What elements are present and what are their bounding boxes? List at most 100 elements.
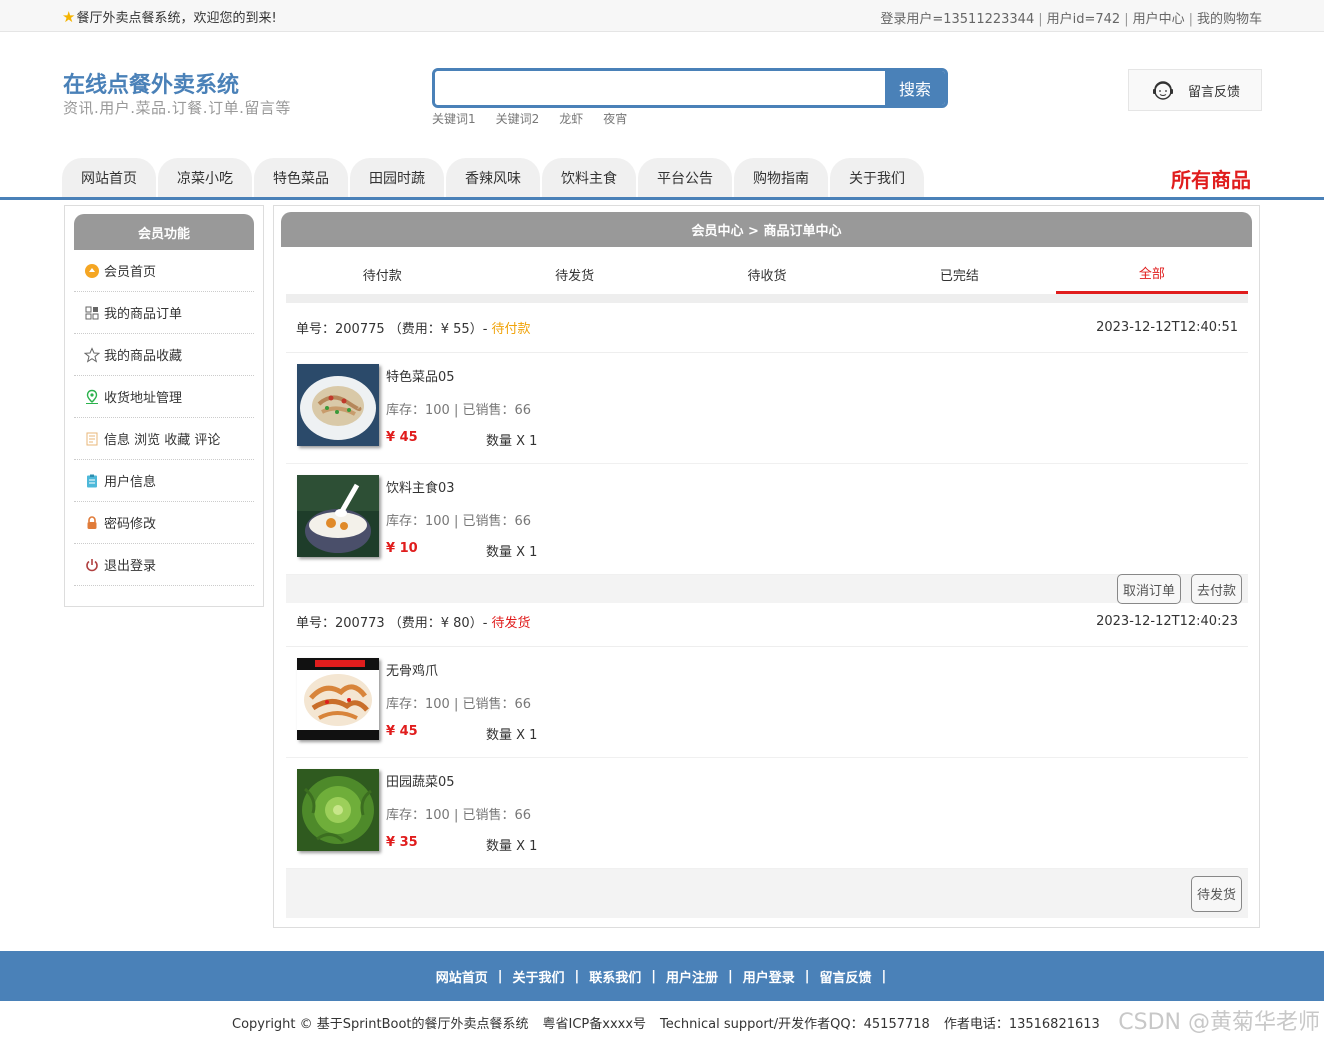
tab-pending-shipment[interactable]: 待发货 xyxy=(478,254,670,294)
document-icon xyxy=(84,431,100,447)
tab-completed[interactable]: 已完结 xyxy=(863,254,1055,294)
order-number-text: 单号：200775 （费用：¥ 55）- xyxy=(296,322,492,337)
lock-icon xyxy=(84,515,100,531)
product-name[interactable]: 无骨鸡爪 xyxy=(386,660,537,679)
sidebar-item-logout[interactable]: 退出登录 xyxy=(74,544,254,586)
sidebar-item-user-info[interactable]: 用户信息 xyxy=(74,460,254,502)
nav-item-vegetables[interactable]: 田园时蔬 xyxy=(350,158,444,197)
product-quantity: 数量 X 1 xyxy=(486,839,538,854)
footer-link-contact[interactable]: 联系我们 xyxy=(589,967,641,986)
top-bar: ★ 餐厅外卖点餐系统，欢迎您的到来! 登录用户=13511223344 | 用户id… xyxy=(0,0,1324,32)
product-price: ¥ 45 xyxy=(386,724,418,739)
site-title[interactable]: 在线点餐外卖系统 xyxy=(63,67,239,99)
power-icon xyxy=(84,557,100,573)
order-card: 单号：200773 （费用：¥ 80）- 待发货 2023-12-12T12:4… xyxy=(286,597,1248,918)
order-actions: 待发货 xyxy=(286,869,1248,918)
order-item: 无骨鸡爪 库存：100 | 已销售：66 ¥ 45 数量 X 1 xyxy=(286,647,1248,758)
sidebar-item-label: 信息 浏览 收藏 评论 xyxy=(104,433,221,448)
star-outline-icon xyxy=(84,346,100,363)
all-goods-link[interactable]: 所有商品 xyxy=(1171,164,1251,193)
nav-item-guide[interactable]: 购物指南 xyxy=(734,158,828,197)
order-header: 单号：200773 （费用：¥ 80）- 待发货 2023-12-12T12:4… xyxy=(286,597,1248,647)
sidebar-item-label: 用户信息 xyxy=(104,475,157,490)
product-stock: 库存：100 | 已销售：66 xyxy=(386,403,531,418)
order-number: 单号：200773 （费用：¥ 80）- 待发货 xyxy=(296,612,531,631)
footer-link-register[interactable]: 用户注册 xyxy=(666,967,718,986)
nav-item-spicy[interactable]: 香辣风味 xyxy=(446,158,540,197)
sidebar-title: 会员功能 xyxy=(74,214,254,250)
sidebar-item-label: 我的商品订单 xyxy=(104,307,183,322)
hot-keywords: 关键词1 关键词2 龙虾 夜宵 xyxy=(432,110,627,127)
product-image[interactable] xyxy=(297,364,379,446)
nav-item-home[interactable]: 网站首页 xyxy=(62,158,156,197)
product-stock: 库存：100 | 已销售：66 xyxy=(386,697,531,712)
order-status: 待付款 xyxy=(491,322,531,337)
awaiting-shipment-button[interactable]: 待发货 xyxy=(1190,875,1242,912)
tab-pending-payment[interactable]: 待付款 xyxy=(286,254,478,294)
keyword-link[interactable]: 关键词2 xyxy=(496,110,540,127)
footer-nav: 网站首页 | 关于我们 | 联系我们 | 用户注册 | 用户登录 | 留言反馈 | xyxy=(0,951,1324,1001)
product-image[interactable] xyxy=(297,475,379,557)
sidebar-item-address[interactable]: 收货地址管理 xyxy=(74,376,254,418)
footer-link-home[interactable]: 网站首页 xyxy=(436,967,488,986)
welcome-text: 餐厅外卖点餐系统，欢迎您的到来! xyxy=(76,11,277,26)
keyword-link[interactable]: 夜宵 xyxy=(603,110,627,127)
nav-item-drinks[interactable]: 饮料主食 xyxy=(542,158,636,197)
welcome-message: ★ 餐厅外卖点餐系统，欢迎您的到来! xyxy=(62,7,277,27)
order-item: 饮料主食03 库存：100 | 已销售：66 ¥ 10 数量 X 1 xyxy=(286,464,1248,575)
headset-icon xyxy=(1152,81,1173,100)
sidebar-item-label: 收货地址管理 xyxy=(104,391,183,406)
product-quantity: 数量 X 1 xyxy=(486,728,538,743)
order-card: 单号：200775 （费用：¥ 55）- 待付款 2023-12-12T12:4… xyxy=(286,303,1248,604)
product-price: ¥ 10 xyxy=(386,541,418,556)
nav-item-announcements[interactable]: 平台公告 xyxy=(638,158,732,197)
nav-item-specialty[interactable]: 特色菜品 xyxy=(254,158,348,197)
feedback-label: 留言反馈 xyxy=(1187,84,1240,100)
order-status: 待发货 xyxy=(491,616,531,631)
phone-text: 作者电话：13516821613 xyxy=(943,1017,1100,1032)
sidebar-item-activity[interactable]: 信息 浏览 收藏 评论 xyxy=(74,418,254,460)
sidebar-item-member-home[interactable]: 会员首页 xyxy=(74,250,254,292)
product-quantity: 数量 X 1 xyxy=(486,434,538,449)
feedback-button[interactable]: 留言反馈 xyxy=(1128,69,1262,111)
order-number: 单号：200775 （费用：¥ 55）- 待付款 xyxy=(296,318,531,337)
footer-link-feedback[interactable]: 留言反馈 xyxy=(820,967,872,986)
sidebar-item-orders[interactable]: 我的商品订单 xyxy=(74,292,254,334)
sidebar-item-password[interactable]: 密码修改 xyxy=(74,502,254,544)
sidebar-item-label: 会员首页 xyxy=(104,265,157,280)
footer-link-login[interactable]: 用户登录 xyxy=(743,967,795,986)
tab-all[interactable]: 全部 xyxy=(1055,254,1249,294)
site-subtitle: 资讯.用户.菜品.订餐.订单.留言等 xyxy=(63,99,291,117)
keyword-link[interactable]: 龙虾 xyxy=(559,110,583,127)
tabs-divider xyxy=(286,294,1248,303)
sidebar-item-label: 密码修改 xyxy=(104,517,157,532)
order-center: 会员中心 > 商品订单中心 待付款 待发货 待收货 已完结 全部 单号：2007… xyxy=(273,205,1260,928)
order-item: 特色菜品05 库存：100 | 已销售：66 ¥ 45 数量 X 1 xyxy=(286,353,1248,464)
clipboard-icon xyxy=(84,473,100,489)
sidebar-item-label: 退出登录 xyxy=(104,559,157,574)
home-icon xyxy=(84,263,100,279)
user-center-link[interactable]: 用户中心 xyxy=(1133,12,1185,27)
support-text: Technical support/开发作者QQ：45157718 xyxy=(660,1017,930,1032)
nav-item-cold-dishes[interactable]: 凉菜小吃 xyxy=(158,158,252,197)
keyword-link[interactable]: 关键词1 xyxy=(432,110,476,127)
product-price: ¥ 35 xyxy=(386,835,418,850)
footer-link-about[interactable]: 关于我们 xyxy=(512,967,564,986)
product-image[interactable] xyxy=(297,658,379,740)
tab-pending-receipt[interactable]: 待收货 xyxy=(671,254,863,294)
product-name[interactable]: 田园蔬菜05 xyxy=(386,771,537,790)
product-image[interactable] xyxy=(297,769,379,851)
location-icon xyxy=(84,389,100,405)
order-tabs: 待付款 待发货 待收货 已完结 全部 xyxy=(286,254,1249,294)
search-input[interactable] xyxy=(435,71,885,105)
member-sidebar: 会员功能 会员首页 我的商品订单 我的商品收藏 收货地址管理 信息 浏览 收藏 … xyxy=(64,205,264,607)
sidebar-item-favorites[interactable]: 我的商品收藏 xyxy=(74,334,254,376)
nav-item-about[interactable]: 关于我们 xyxy=(830,158,924,197)
cart-link[interactable]: 我的购物车 xyxy=(1197,12,1262,27)
search-button[interactable]: 搜索 xyxy=(885,71,945,105)
breadcrumb: 会员中心 > 商品订单中心 xyxy=(281,212,1252,247)
product-name[interactable]: 特色菜品05 xyxy=(386,366,537,385)
grid-icon xyxy=(84,305,100,321)
product-name[interactable]: 饮料主食03 xyxy=(386,477,537,496)
login-user-text: 登录用户=13511223344 xyxy=(880,12,1035,27)
